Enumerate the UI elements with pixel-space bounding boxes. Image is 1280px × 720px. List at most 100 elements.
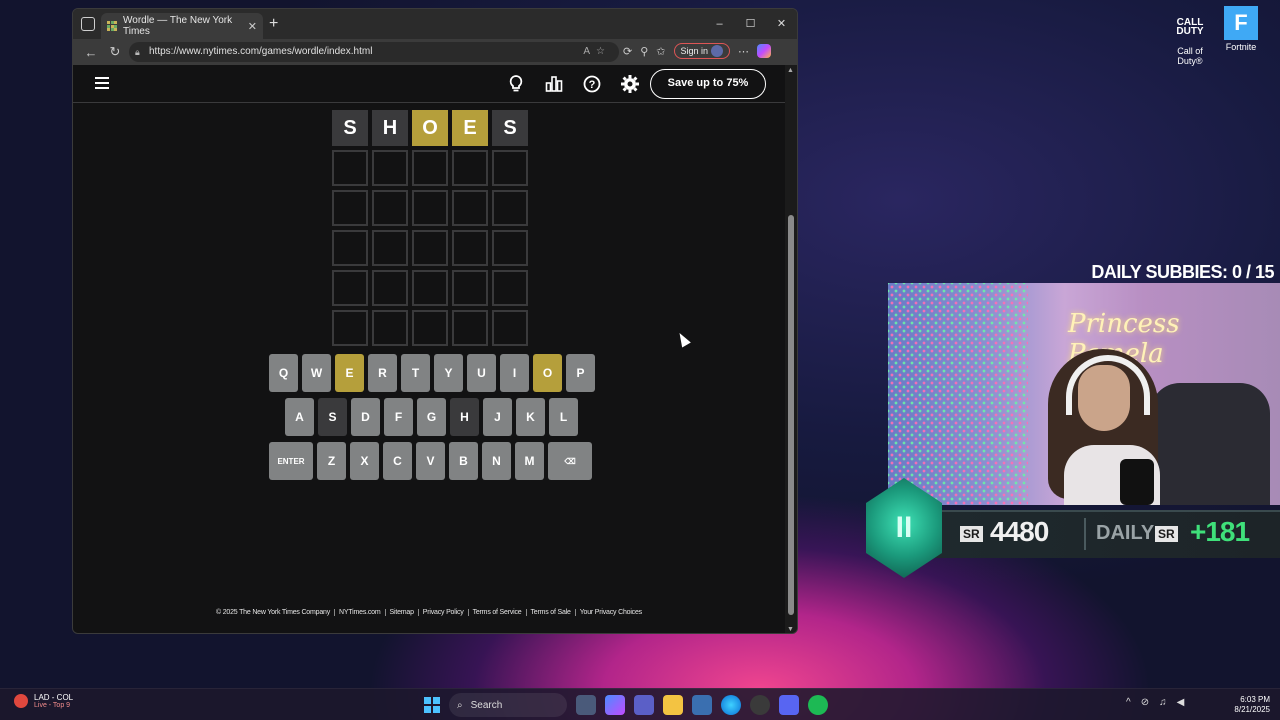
board-tile bbox=[372, 310, 408, 346]
sign-in-button[interactable]: Sign in bbox=[673, 43, 731, 59]
store-icon[interactable] bbox=[692, 695, 712, 715]
footer-link[interactable]: © 2025 The New York Times Company bbox=[212, 609, 336, 616]
wordle-keyboard: Q W E R T Y U I O P A S D F G H J K L ENTER Z X C V B N M ⌫ bbox=[269, 354, 595, 486]
key-i[interactable]: I bbox=[500, 354, 529, 392]
key-m[interactable]: M bbox=[515, 442, 544, 480]
save-subscription-button[interactable]: Save up to 75% bbox=[650, 69, 766, 99]
more-options-icon[interactable]: ⋯ bbox=[738, 45, 749, 58]
network-icon[interactable]: ⊘ bbox=[1141, 697, 1149, 708]
key-v[interactable]: V bbox=[416, 442, 445, 480]
key-b[interactable]: B bbox=[449, 442, 478, 480]
webcam-feed: Princess Pamela bbox=[888, 283, 1280, 505]
key-d[interactable]: D bbox=[351, 398, 380, 436]
url-text: https://www.nytimes.com/games/wordle/ind… bbox=[149, 46, 373, 57]
key-g[interactable]: G bbox=[417, 398, 446, 436]
sign-in-label: Sign in bbox=[680, 46, 709, 56]
search-icon: ⌕ bbox=[457, 699, 463, 711]
led-curtain-lights bbox=[888, 283, 1028, 505]
discord-icon[interactable] bbox=[779, 695, 799, 715]
call-of-duty-desktop-icon[interactable]: CALL DUTY Call of Duty® bbox=[1162, 10, 1218, 67]
key-u[interactable]: U bbox=[467, 354, 496, 392]
scroll-up-icon[interactable]: ▲ bbox=[787, 67, 794, 74]
mic-tray-icon[interactable]: ♫ bbox=[1159, 697, 1167, 708]
show-hidden-icons-icon[interactable]: ^ bbox=[1126, 697, 1131, 708]
address-bar[interactable]: 🔒︎ https://www.nytimes.com/games/wordle/… bbox=[129, 42, 619, 62]
key-f[interactable]: F bbox=[384, 398, 413, 436]
key-q[interactable]: Q bbox=[269, 354, 298, 392]
maximize-button[interactable]: ☐ bbox=[735, 9, 766, 39]
tab-title: Wordle — The New York Times bbox=[123, 15, 233, 37]
fortnite-desktop-icon[interactable]: F Fortnite bbox=[1213, 6, 1269, 52]
copilot-icon[interactable] bbox=[757, 44, 772, 58]
board-tile bbox=[332, 190, 368, 226]
file-explorer-icon[interactable] bbox=[663, 695, 683, 715]
key-t[interactable]: T bbox=[401, 354, 430, 392]
key-e[interactable]: E bbox=[335, 354, 364, 392]
key-r[interactable]: R bbox=[368, 354, 397, 392]
taskbar-clock[interactable]: 6:03 PM 8/21/2025 bbox=[1226, 695, 1270, 715]
board-tile bbox=[492, 150, 528, 186]
hint-bulb-icon[interactable] bbox=[505, 73, 527, 95]
read-aloud-favorite-icons[interactable]: A☆ bbox=[583, 42, 611, 62]
volume-icon[interactable]: ◀ bbox=[1177, 697, 1185, 708]
key-p[interactable]: P bbox=[566, 354, 595, 392]
svg-text:?: ? bbox=[589, 79, 596, 91]
key-k[interactable]: K bbox=[516, 398, 545, 436]
backspace-key[interactable]: ⌫ bbox=[548, 442, 592, 480]
enter-key[interactable]: ENTER bbox=[269, 442, 313, 480]
close-tab-icon[interactable]: ✕ bbox=[248, 20, 257, 33]
spotify-icon[interactable] bbox=[808, 695, 828, 715]
key-w[interactable]: W bbox=[302, 354, 331, 392]
key-x[interactable]: X bbox=[350, 442, 379, 480]
settings-gear-icon[interactable] bbox=[619, 73, 641, 95]
key-h[interactable]: H bbox=[450, 398, 479, 436]
key-o[interactable]: O bbox=[533, 354, 562, 392]
fortnite-logo-icon: F bbox=[1224, 6, 1258, 40]
tab-actions-icon[interactable] bbox=[81, 17, 95, 31]
extensions-icon[interactable]: ⚲ bbox=[640, 45, 648, 58]
back-icon[interactable]: ← bbox=[79, 45, 103, 60]
key-a[interactable]: A bbox=[285, 398, 314, 436]
edge-browser-icon[interactable] bbox=[721, 695, 741, 715]
footer-link[interactable]: Sitemap bbox=[385, 609, 419, 616]
copilot-app-icon[interactable] bbox=[605, 695, 625, 715]
taskbar-search[interactable]: ⌕ Search bbox=[449, 693, 567, 717]
start-windows-icon[interactable] bbox=[424, 697, 440, 713]
key-j[interactable]: J bbox=[483, 398, 512, 436]
favorites-icon[interactable]: ✩ bbox=[656, 45, 665, 58]
new-tab-button[interactable]: + bbox=[269, 15, 278, 33]
fortnite-label: Fortnite bbox=[1225, 42, 1257, 52]
sr-value: 4480 bbox=[990, 516, 1049, 547]
footer-link[interactable]: Terms of Sale bbox=[526, 609, 576, 616]
statistics-icon[interactable] bbox=[543, 73, 565, 95]
address-toolbar: ← ↻ 🔒︎ https://www.nytimes.com/games/wor… bbox=[73, 39, 797, 65]
teams-icon[interactable] bbox=[634, 695, 654, 715]
avatar bbox=[711, 45, 724, 57]
close-window-button[interactable]: ✕ bbox=[766, 9, 797, 39]
minimize-button[interactable]: – bbox=[704, 9, 735, 39]
key-c[interactable]: C bbox=[383, 442, 412, 480]
scrollbar-thumb[interactable] bbox=[788, 215, 794, 615]
menu-icon[interactable] bbox=[95, 77, 109, 92]
page-scrollbar[interactable]: ▲ ▼ bbox=[785, 65, 797, 633]
help-icon[interactable]: ? bbox=[581, 73, 603, 95]
obs-icon[interactable] bbox=[750, 695, 770, 715]
sr-divider bbox=[1084, 518, 1086, 550]
key-y[interactable]: Y bbox=[434, 354, 463, 392]
sports-widget[interactable]: LAD - COL Live - Top 9 bbox=[14, 693, 73, 709]
footer-link[interactable]: Privacy Policy bbox=[418, 609, 469, 616]
footer-link[interactable]: NYTimes.com bbox=[335, 609, 386, 616]
refresh-icon[interactable]: ↻ bbox=[103, 44, 127, 60]
keyboard-row: ASDFGHJKL bbox=[285, 398, 595, 436]
footer-link[interactable]: Terms of Service bbox=[468, 609, 527, 616]
task-view-icon[interactable] bbox=[576, 695, 596, 715]
key-s[interactable]: S bbox=[318, 398, 347, 436]
board-tile bbox=[452, 270, 488, 306]
scroll-down-icon[interactable]: ▼ bbox=[787, 626, 794, 633]
key-n[interactable]: N bbox=[482, 442, 511, 480]
key-z[interactable]: Z bbox=[317, 442, 346, 480]
key-l[interactable]: L bbox=[549, 398, 578, 436]
browser-tab-wordle[interactable]: Wordle — The New York Times ✕ bbox=[101, 13, 263, 39]
refresh-page-icon[interactable]: ⟳ bbox=[623, 45, 632, 58]
footer-link[interactable]: Your Privacy Choices bbox=[576, 609, 646, 616]
